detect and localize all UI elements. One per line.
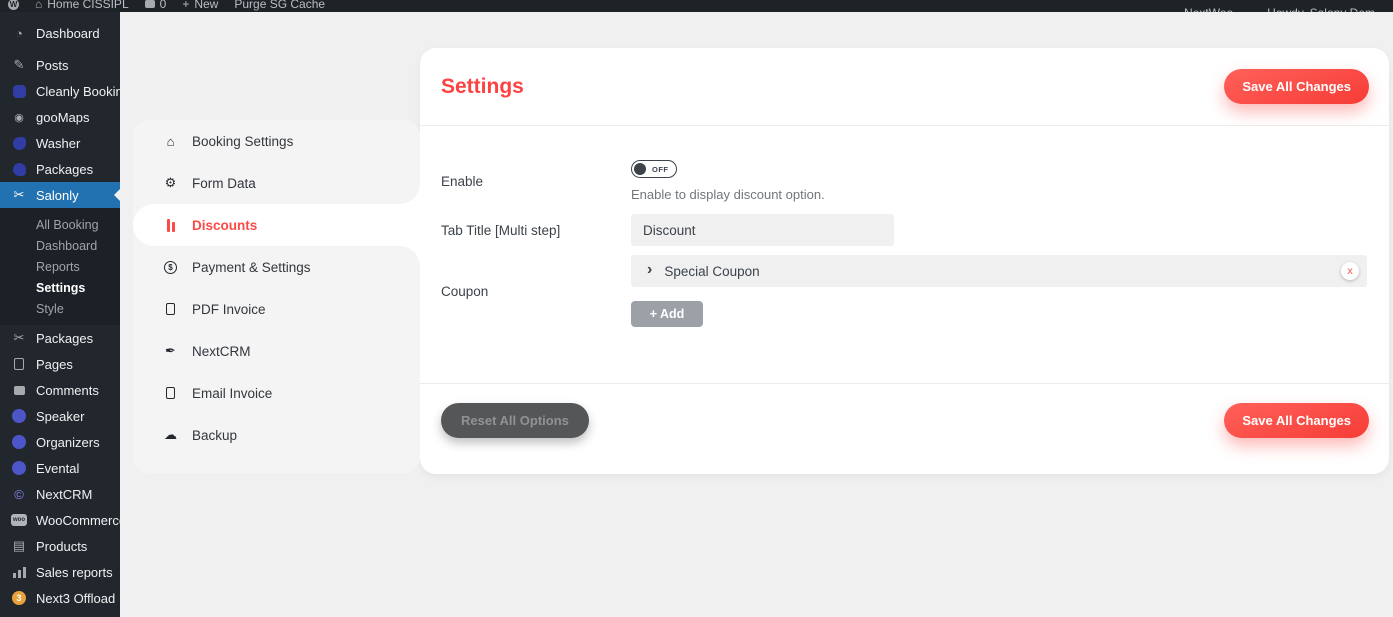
new-label: New xyxy=(194,0,219,11)
chevron-right-icon: › xyxy=(647,261,653,278)
reset-all-options-button[interactable]: Reset All Options xyxy=(441,403,589,438)
active-menu-arrow xyxy=(114,189,120,201)
organizers-icon xyxy=(11,435,27,449)
map-pin-icon: ◉ xyxy=(14,111,24,124)
plus-icon: + xyxy=(182,0,190,11)
nextwoo-link[interactable]: NextWoo xyxy=(1184,6,1233,12)
purge-label: Purge SG Cache xyxy=(234,0,326,11)
dashboard-icon: ◔ xyxy=(15,25,23,41)
coupon-accordion-row[interactable]: › Special Coupon x xyxy=(631,255,1367,287)
tab-title-label: Tab Title [Multi step] xyxy=(441,222,561,238)
pen-icon: ✒ xyxy=(165,343,176,358)
document-icon xyxy=(162,387,179,399)
coupon-item-title: Special Coupon xyxy=(664,263,760,279)
toggle-state-label: OFF xyxy=(652,164,669,174)
nextcrm-icon: © xyxy=(14,486,24,502)
tab-email-invoice[interactable]: Email Invoice xyxy=(133,372,420,414)
tab-discounts[interactable]: Discounts xyxy=(133,184,420,266)
sidebar-item-pages[interactable]: Pages xyxy=(0,351,120,377)
add-coupon-button[interactable]: + Add xyxy=(631,301,703,327)
cleanly-booking-icon xyxy=(11,84,27,98)
sidebar-item-packages[interactable]: ✂ Packages xyxy=(0,325,120,351)
save-all-changes-button-bottom[interactable]: Save All Changes xyxy=(1224,403,1369,438)
tab-title-input[interactable] xyxy=(631,214,894,246)
washer-icon xyxy=(11,136,27,150)
evental-icon xyxy=(11,461,27,475)
comment-bubble-icon xyxy=(144,0,155,8)
document-icon xyxy=(162,303,179,315)
sidebar-item-sales-reports[interactable]: Sales reports xyxy=(0,559,120,585)
settings-panel: Settings Save All Changes Enable OFF Ena… xyxy=(420,48,1389,474)
packages-icon xyxy=(11,162,27,176)
admin-bar: W ⌂ Home CISSIPL 0 + New Purge SG Cache … xyxy=(0,0,1393,12)
settings-tab-list: ⌂ Booking Settings ⚙ Form Data Discounts… xyxy=(133,120,420,473)
sidebar-item-partial[interactable] xyxy=(0,613,120,617)
tab-form-data[interactable]: ⚙ Form Data xyxy=(133,162,420,204)
submenu-dashboard[interactable]: Dashboard xyxy=(0,235,120,256)
tab-booking-settings[interactable]: ⌂ Booking Settings xyxy=(133,120,420,162)
sidebar-item-comments[interactable]: Comments xyxy=(0,377,120,403)
scissors-icon: ✂ xyxy=(13,330,25,345)
howdy-label: Howdy, Salony Dem xyxy=(1267,6,1375,12)
tab-backup[interactable]: ☁ Backup xyxy=(133,414,420,456)
comments-count: 0 xyxy=(159,0,167,11)
sidebar-item-cleanly-booking[interactable]: Cleanly Booking xyxy=(0,78,120,104)
howdy-account-menu[interactable]: Howdy, Salony Dem xyxy=(1267,6,1375,12)
enable-toggle[interactable]: OFF xyxy=(631,160,677,178)
submenu-settings[interactable]: Settings xyxy=(0,277,120,298)
submenu-style[interactable]: Style xyxy=(0,298,120,319)
cloud-icon: ☁ xyxy=(164,427,177,442)
sidebar-item-posts[interactable]: ✎ Posts xyxy=(0,52,120,78)
sidebar-item-dashboard[interactable]: ◔ Dashboard xyxy=(0,20,120,46)
dollar-circle-icon: $ xyxy=(162,260,179,274)
site-link[interactable]: ⌂ Home CISSIPL xyxy=(35,0,129,11)
enable-label: Enable xyxy=(441,174,484,189)
products-icon: ▤ xyxy=(12,538,26,553)
home-icon: ⌂ xyxy=(35,0,43,11)
next3-icon: 3 xyxy=(11,591,27,605)
gear-icon: ⚙ xyxy=(164,175,177,190)
sidebar-item-organizers[interactable]: Organizers xyxy=(0,429,120,455)
scissors-icon: ✂ xyxy=(13,187,25,202)
tab-pdf-invoice[interactable]: PDF Invoice xyxy=(133,288,420,330)
woocommerce-icon: woo xyxy=(11,514,27,526)
sidebar-item-salonly[interactable]: ✂ Salonly xyxy=(0,182,120,208)
sidebar-item-goomaps[interactable]: ◉ gooMaps xyxy=(0,104,120,130)
sidebar-item-woocommerce[interactable]: woo WooCommerce xyxy=(0,507,120,533)
pushpin-icon: ✎ xyxy=(13,57,25,72)
submenu-reports[interactable]: Reports xyxy=(0,256,120,277)
comment-icon xyxy=(11,385,27,395)
tab-payment-settings[interactable]: $ Payment & Settings xyxy=(133,246,420,288)
wordpress-menu[interactable]: W xyxy=(8,0,19,10)
sidebar-item-washer[interactable]: Washer xyxy=(0,130,120,156)
admin-sidebar: ◔ Dashboard ✎ Posts Cleanly Booking ◉ go… xyxy=(0,12,120,617)
enable-help-text: Enable to display discount option. xyxy=(631,187,825,202)
tab-nextcrm[interactable]: ✒ NextCRM xyxy=(133,330,420,372)
sidebar-item-speaker[interactable]: Speaker xyxy=(0,403,120,429)
new-menu[interactable]: + New xyxy=(182,0,218,11)
discount-bars-icon xyxy=(162,218,179,232)
comments-link[interactable]: 0 xyxy=(144,0,167,11)
bar-chart-icon xyxy=(11,566,27,578)
wordpress-logo-icon: W xyxy=(8,0,19,10)
page-title: Settings xyxy=(441,74,524,98)
submenu-all-booking[interactable]: All Booking xyxy=(0,214,120,235)
toggle-knob-icon xyxy=(634,163,646,175)
pages-icon xyxy=(11,358,27,370)
sidebar-item-next3-offload[interactable]: 3 Next3 Offload xyxy=(0,585,120,611)
sidebar-item-nextcrm[interactable]: © NextCRM xyxy=(0,481,120,507)
site-name: Home CISSIPL xyxy=(47,0,129,11)
save-all-changes-button-top[interactable]: Save All Changes xyxy=(1224,69,1369,104)
remove-coupon-button[interactable]: x xyxy=(1341,262,1359,280)
salonly-submenu: All Booking Dashboard Reports Settings S… xyxy=(0,208,120,325)
speaker-icon xyxy=(11,409,27,423)
sidebar-item-evental[interactable]: Evental xyxy=(0,455,120,481)
home-icon: ⌂ xyxy=(166,133,175,149)
purge-cache-link[interactable]: Purge SG Cache xyxy=(234,0,325,11)
coupon-label: Coupon xyxy=(441,283,489,299)
sidebar-item-products[interactable]: ▤ Products xyxy=(0,533,120,559)
sidebar-item-packages-top[interactable]: Packages xyxy=(0,156,120,182)
